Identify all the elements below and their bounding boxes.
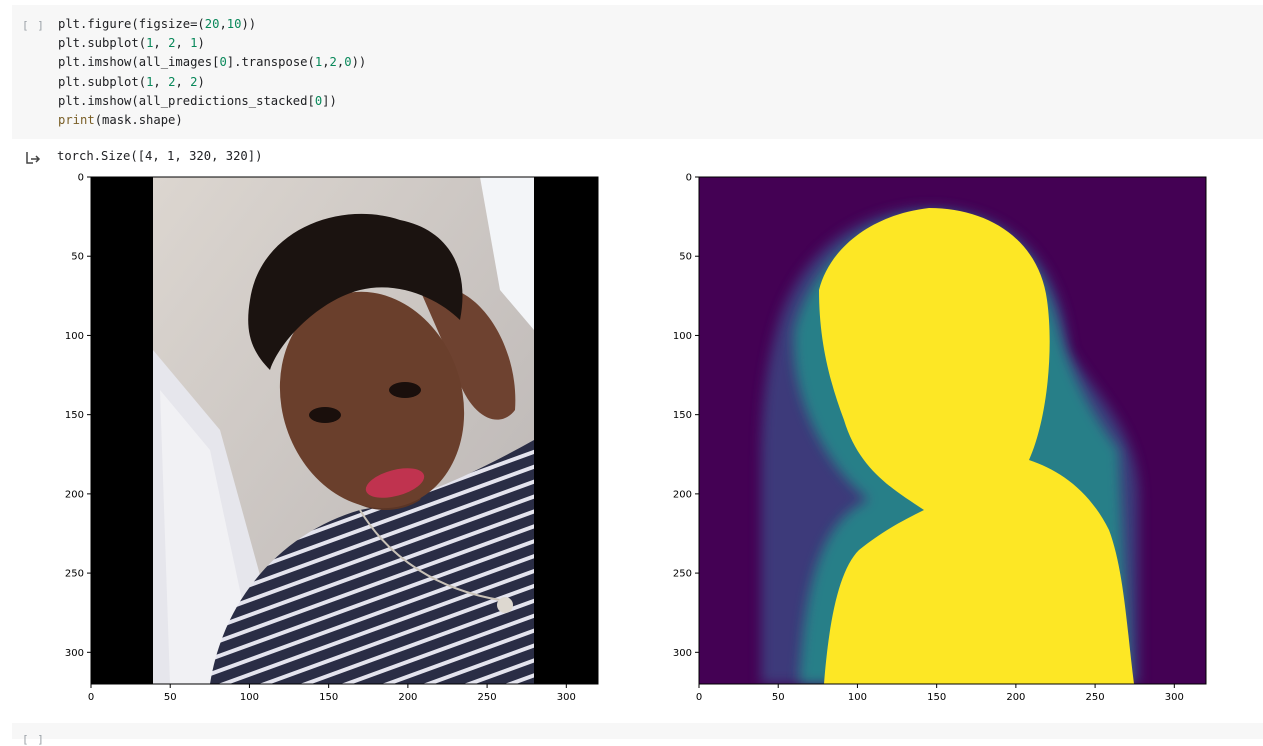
right-y-tick-label: 50 [679, 252, 692, 263]
code-token: plt.imshow(all_images[ [58, 55, 220, 70]
left-x-tick-label: 300 [557, 692, 576, 703]
right-y-tick-label: 0 [686, 173, 692, 184]
left-x-tick-label: 0 [88, 692, 94, 703]
photo-image [91, 177, 598, 684]
code-line: print(mask.shape) [58, 113, 183, 127]
code-token: , [153, 74, 169, 89]
left-x-tick-label: 150 [319, 692, 338, 703]
code-line: plt.subplot(1, 2, 1) [58, 36, 205, 50]
right-x-tick-label: 0 [696, 692, 702, 703]
run-cell-button[interactable]: [ ] [22, 19, 45, 32]
left-plot-svg: 0 50 100 150 200 250 300 0 50 100 150 200 250 300 [65, 173, 599, 703]
right-x-tick-label: 250 [1086, 692, 1105, 703]
code-token: plt.subplot( [58, 36, 147, 51]
code-line: plt.figure(figsize=(20,10)) [58, 17, 256, 31]
right-y-tick-label: 200 [673, 489, 692, 500]
next-code-cell[interactable]: [ ] [12, 723, 1263, 746]
code-token: , [322, 55, 330, 70]
code-token: )) [351, 55, 367, 70]
right-y-tick-label: 300 [673, 648, 692, 659]
code-token: plt.imshow(all_predictions_stacked[ [58, 93, 315, 108]
output-text: torch.Size([4, 1, 320, 320]) [57, 149, 263, 163]
left-y-tick-label: 200 [65, 489, 84, 500]
left-x-tick-label: 250 [478, 692, 497, 703]
code-token: , [153, 36, 169, 51]
left-x-tick-label: 100 [240, 692, 259, 703]
code-cell[interactable]: [ ] plt.figure(figsize=(20,10)) plt.subp… [12, 5, 1263, 139]
left-y-tick-label: 50 [71, 252, 84, 263]
left-y-tick-label: 300 [65, 648, 84, 659]
code-token: 2 [329, 55, 337, 70]
code-token: 0 [219, 55, 227, 70]
code-token: plt.subplot( [58, 74, 147, 89]
code-line: plt.imshow(all_predictions_stacked[0]) [58, 94, 337, 108]
code-token: 20 [204, 17, 220, 31]
code-token: ) [197, 74, 205, 89]
code-token: )) [241, 17, 257, 31]
left-y-tick-label: 100 [65, 331, 84, 342]
code-editor[interactable]: plt.figure(figsize=(20,10)) plt.subplot(… [58, 15, 366, 130]
code-token: print [58, 113, 95, 128]
code-token: ]) [322, 93, 337, 108]
code-token: , [219, 17, 227, 31]
right-y-tick-label: 150 [673, 410, 692, 421]
right-plot-svg: 0 50 100 150 200 250 300 0 50 100 150 200 250 300 [673, 173, 1207, 703]
left-y-tick-label: 150 [65, 410, 84, 421]
right-plot: 0 50 100 150 200 250 300 0 50 100 150 200 250 300 [669, 170, 1229, 710]
left-x-tick-label: 50 [164, 692, 177, 703]
right-x-tick-label: 50 [772, 692, 785, 703]
left-x-tick-label: 200 [398, 692, 417, 703]
right-y-tick-label: 250 [673, 569, 692, 580]
right-y-tick-label: 100 [673, 331, 692, 342]
mask-image [699, 177, 1206, 684]
right-x-tick-label: 200 [1006, 692, 1025, 703]
left-plot: 0 50 100 150 200 250 300 0 50 100 150 200 250 300 [60, 170, 620, 710]
code-token: 10 [226, 17, 242, 31]
left-y-tick-label: 0 [78, 173, 84, 184]
code-token: , [175, 36, 191, 51]
code-token: , [175, 74, 191, 89]
output-icon[interactable] [25, 150, 41, 166]
code-token: plt.figure(figsize=( [58, 17, 205, 31]
code-token: (mask.shape) [94, 113, 183, 128]
left-y-tick-label: 250 [65, 569, 84, 580]
right-x-tick-label: 100 [848, 692, 867, 703]
code-token: ) [197, 36, 205, 51]
code-token: 0 [344, 55, 352, 70]
code-token: ].transpose( [226, 55, 315, 70]
run-cell-button-next[interactable]: [ ] [22, 733, 45, 746]
code-line: plt.subplot(1, 2, 2) [58, 75, 205, 89]
right-x-tick-label: 150 [927, 692, 946, 703]
code-line: plt.imshow(all_images[0].transpose(1,2,0… [58, 55, 366, 69]
right-x-tick-label: 300 [1165, 692, 1184, 703]
